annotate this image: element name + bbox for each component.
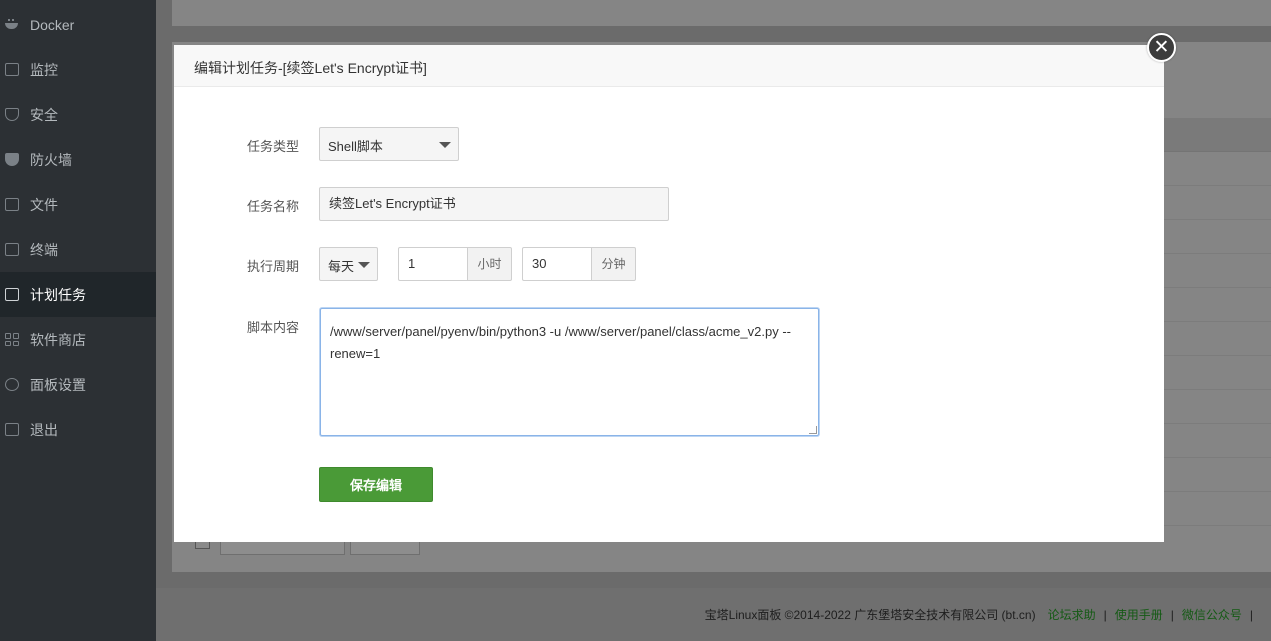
sidebar-item-firewall[interactable]: 防火墙 [0, 137, 156, 182]
sidebar-item-store[interactable]: 软件商店 [0, 317, 156, 362]
script-label: 脚本内容 [247, 320, 300, 335]
dialog-title: 编辑计划任务-[续签Let's Encrypt证书] [174, 45, 1164, 87]
sidebar-item-monitor[interactable]: 监控 [0, 47, 156, 92]
footer-link-wechat[interactable]: 微信公众号 [1182, 606, 1242, 623]
minute-unit: 分钟 [592, 247, 636, 281]
table-row [1164, 186, 1271, 220]
sidebar: Docker 监控 安全 防火墙 文件 终端 计划任务 软件商店 面板设置 退出 [0, 0, 156, 641]
top-card [172, 0, 1271, 26]
sidebar-item-label: 终端 [30, 241, 58, 258]
table-header [1164, 118, 1271, 152]
sidebar-item-cron[interactable]: 计划任务 [0, 272, 156, 317]
task-type-select[interactable]: Shell脚本 [319, 127, 459, 161]
resize-handle-icon[interactable] [809, 426, 817, 434]
footer-separator: | [1103, 607, 1107, 622]
table-row [1164, 152, 1271, 186]
shield-icon [5, 108, 19, 121]
table-row [1164, 390, 1271, 424]
logout-icon [5, 423, 19, 436]
sidebar-item-terminal[interactable]: 终端 [0, 227, 156, 272]
docker-icon [5, 18, 19, 31]
table-row [1164, 322, 1271, 356]
table-row [1164, 220, 1271, 254]
firewall-icon [5, 153, 19, 166]
chevron-down-icon [439, 142, 451, 148]
cycle-period-select[interactable]: 每天 [319, 247, 378, 281]
table-row [1164, 458, 1271, 492]
sidebar-item-label: Docker [30, 16, 75, 33]
sidebar-item-settings[interactable]: 面板设置 [0, 362, 156, 407]
edit-task-dialog: 编辑计划任务-[续签Let's Encrypt证书] 任务类型 Shell脚本 … [174, 45, 1164, 542]
hour-unit: 小时 [468, 247, 512, 281]
save-button[interactable]: 保存编辑 [319, 467, 433, 502]
sidebar-item-security[interactable]: 安全 [0, 92, 156, 137]
table-row [1164, 356, 1271, 390]
task-name-label: 任务名称 [247, 199, 300, 214]
footer-link-forum[interactable]: 论坛求助 [1048, 606, 1096, 623]
footer: 宝塔Linux面板 ©2014-2022 广东堡塔安全技术有限公司 (bt.cn… [156, 588, 1271, 641]
sidebar-item-label: 安全 [30, 106, 58, 123]
chevron-down-icon [358, 262, 370, 268]
folder-icon [5, 198, 19, 211]
hour-input[interactable]: 1 [398, 247, 468, 281]
calendar-icon [5, 288, 19, 301]
sidebar-item-label: 文件 [30, 196, 58, 213]
sidebar-item-docker[interactable]: Docker [0, 2, 156, 47]
sidebar-item-label: 监控 [30, 61, 58, 78]
terminal-icon [5, 243, 19, 256]
sidebar-item-label: 软件商店 [30, 331, 86, 348]
footer-copyright: 宝塔Linux面板 ©2014-2022 广东堡塔安全技术有限公司 (bt.cn… [704, 608, 1036, 622]
sidebar-item-logout[interactable]: 退出 [0, 407, 156, 452]
table-row [1164, 254, 1271, 288]
sidebar-item-label: 面板设置 [30, 376, 86, 393]
minute-input[interactable]: 30 [522, 247, 592, 281]
task-type-label: 任务类型 [247, 139, 300, 154]
footer-separator: | [1170, 607, 1174, 622]
cycle-label: 执行周期 [247, 259, 300, 274]
footer-link-manual[interactable]: 使用手册 [1115, 606, 1163, 623]
gear-icon [5, 378, 19, 391]
table-row [1164, 492, 1271, 526]
task-name-input[interactable]: 续签Let's Encrypt证书 [319, 187, 669, 221]
cycle-period-value: 每天 [328, 259, 355, 274]
sidebar-item-label: 防火墙 [30, 151, 72, 168]
script-textarea[interactable]: /www/server/panel/pyenv/bin/python3 -u /… [320, 308, 819, 436]
close-icon[interactable]: ✕ [1147, 33, 1176, 62]
table-row [1164, 288, 1271, 322]
sidebar-item-label: 退出 [30, 421, 58, 438]
grid-icon [5, 333, 19, 346]
table-row [1164, 424, 1271, 458]
footer-separator: | [1249, 607, 1253, 622]
task-type-value: Shell脚本 [328, 139, 383, 154]
sidebar-item-label: 计划任务 [30, 286, 86, 303]
monitor-icon [5, 63, 19, 76]
sidebar-item-files[interactable]: 文件 [0, 182, 156, 227]
